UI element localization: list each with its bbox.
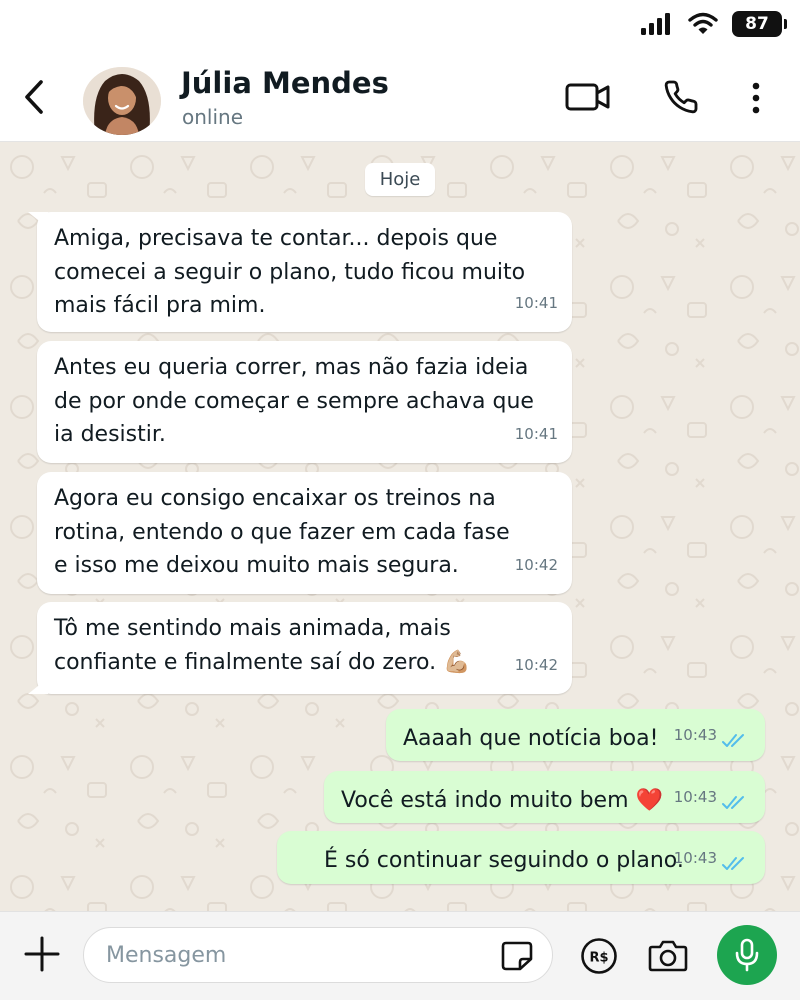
message-field[interactable] (83, 927, 553, 983)
contact-status: online (182, 105, 244, 129)
avatar-image (83, 67, 161, 135)
message-text: Você está indo muito bem ❤️ (341, 788, 663, 813)
incoming-message[interactable]: Tô me sentindo mais animada, mais confia… (28, 602, 572, 694)
message-line: Agora eu consigo encaixar os treinos na (54, 486, 496, 511)
message-input-bar: R$ (0, 911, 800, 1000)
video-call-button[interactable] (562, 79, 614, 115)
message-line: e isso me deixou muito mais segura. (54, 553, 459, 578)
message-time: 10:43 (673, 848, 717, 867)
voice-message-button[interactable] (717, 925, 777, 985)
phone-call-button[interactable] (660, 78, 702, 116)
phone-icon (664, 80, 698, 114)
incoming-message[interactable]: Agora eu consigo encaixar os treinos na … (37, 472, 572, 594)
date-separator: Hoje (365, 163, 435, 196)
message-line: Amiga, precisava te contar... depois que (54, 226, 498, 251)
more-options-icon (752, 82, 760, 114)
more-options-button[interactable] (744, 78, 768, 118)
message-line: confiante e finalmente saí do zero. 💪🏼 (54, 649, 471, 675)
message-line: comecei a seguir o plano, tudo ficou mui… (54, 259, 526, 285)
double-check-icon (722, 857, 744, 870)
plus-icon (24, 936, 60, 972)
message-time: 10:41 (514, 424, 558, 443)
message-line: rotina, entendo o que fazer em cada fase (54, 519, 510, 545)
message-time: 10:42 (514, 555, 558, 574)
message-time: 10:42 (514, 655, 558, 674)
payment-icon: R$ (581, 938, 617, 974)
video-call-icon (565, 83, 610, 111)
message-line: Antes eu queria correr, mas não fazia id… (54, 355, 529, 380)
double-check-icon (722, 734, 744, 747)
battery-level: 87 (745, 14, 769, 34)
message-time: 10:43 (673, 787, 717, 806)
double-check-icon (722, 796, 744, 809)
contact-name[interactable]: Júlia Mendes (181, 66, 389, 100)
outgoing-message[interactable]: Aaaah que notícia boa! 10:43 (386, 709, 765, 761)
back-button[interactable] (14, 76, 54, 118)
message-line: mais fácil pra mim. (54, 293, 266, 318)
sticker-icon[interactable] (500, 940, 534, 972)
outgoing-message[interactable]: Você está indo muito bem ❤️ 10:43 (324, 771, 765, 823)
incoming-message[interactable]: Antes eu queria correr, mas não fazia id… (37, 341, 572, 463)
back-arrow-icon (25, 80, 43, 114)
message-line: ia desistir. (54, 422, 166, 447)
message-time: 10:43 (673, 725, 717, 744)
message-text: É só continuar seguindo o plano. (324, 848, 684, 873)
message-line: Tô me sentindo mais animada, mais (54, 616, 451, 641)
message-input[interactable] (106, 940, 486, 970)
outgoing-message[interactable]: É só continuar seguindo o plano. 10:43 (277, 831, 765, 884)
wifi-icon (688, 12, 718, 34)
camera-icon (648, 940, 688, 972)
avatar[interactable] (83, 67, 161, 135)
payment-button[interactable]: R$ (580, 937, 618, 975)
bubble-tail (28, 212, 48, 228)
chat-header: Júlia Mendes online (0, 52, 800, 142)
cellular-signal-icon (641, 13, 670, 35)
bubble-tail (28, 678, 48, 694)
status-icons: 87 (640, 11, 787, 37)
status-bar: 87 (0, 0, 800, 52)
incoming-message[interactable]: Amiga, precisava te contar... depois que… (28, 212, 572, 332)
attach-button[interactable] (22, 934, 62, 974)
svg-text:R$: R$ (589, 951, 608, 966)
microphone-icon (735, 938, 759, 972)
message-text: Aaaah que notícia boa! (403, 726, 659, 751)
camera-button[interactable] (648, 937, 688, 973)
chat-area[interactable]: Hoje Amiga, precisava te contar... depoi… (0, 143, 800, 911)
message-line: de por onde começar e sempre achava que (54, 388, 534, 414)
message-time: 10:41 (514, 293, 558, 312)
battery-icon: 87 (732, 11, 787, 37)
